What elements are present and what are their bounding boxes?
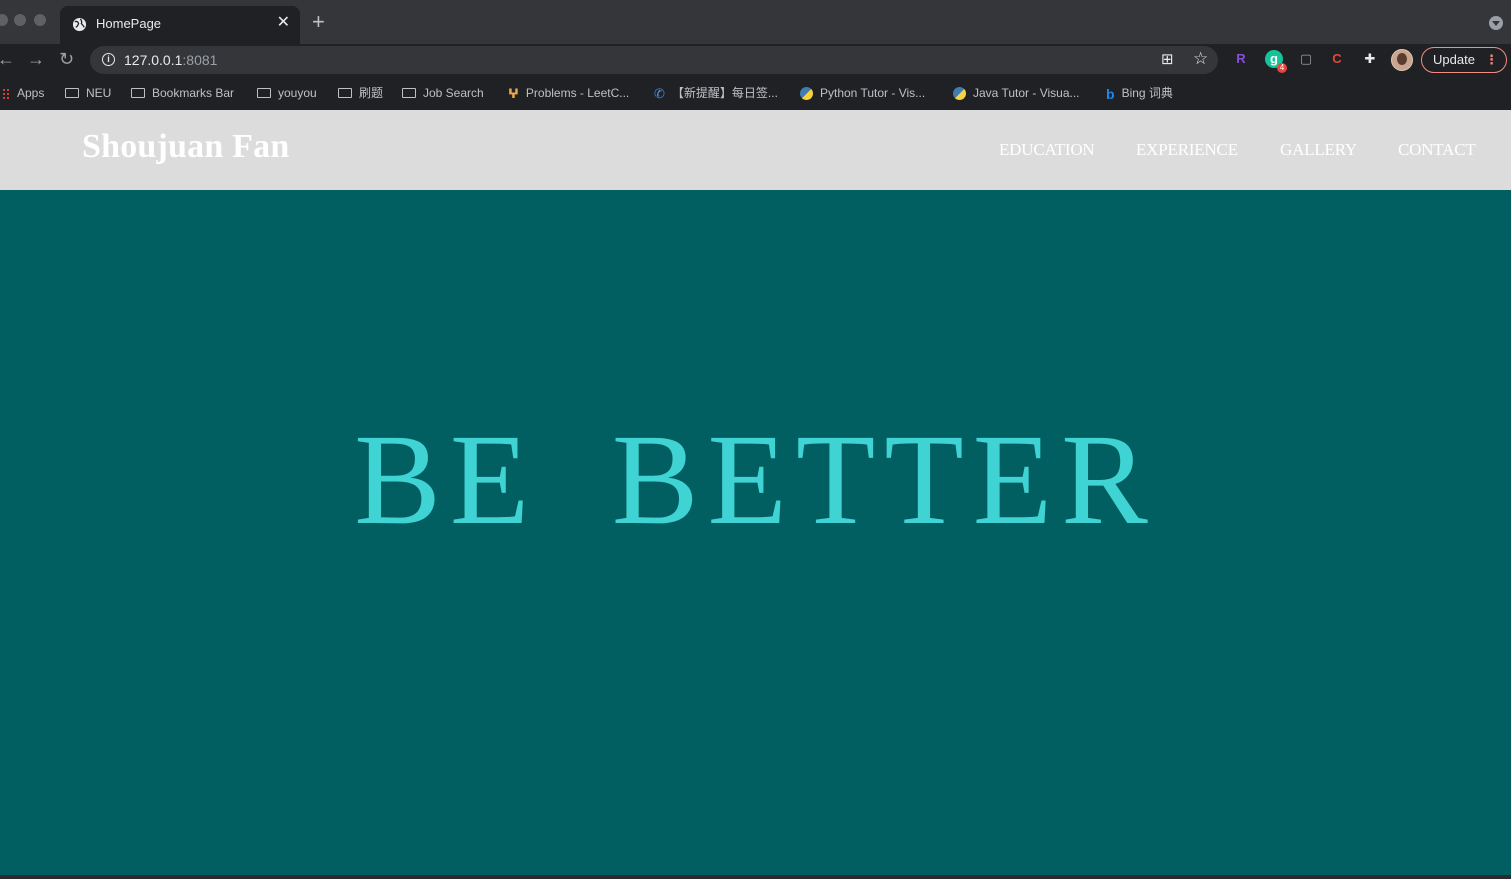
bookmark-label: NEU bbox=[86, 86, 112, 100]
url-text[interactable]: 127.0.0.1:8081 bbox=[124, 52, 217, 68]
globe-icon bbox=[72, 17, 87, 32]
site-icon: ✆ bbox=[654, 85, 665, 101]
page-content: Shoujuan Fan EDUCATION EXPERIENCE GALLER… bbox=[0, 110, 1511, 875]
bookmark-folder-shuati[interactable]: 刷题 bbox=[338, 83, 383, 103]
bookmark-apps[interactable]: Apps bbox=[2, 83, 44, 103]
url-port: :8081 bbox=[182, 52, 218, 68]
leetcode-icon: ⵖ bbox=[508, 85, 519, 101]
folder-icon bbox=[65, 87, 79, 98]
hero-headline: BE BETTER bbox=[354, 408, 1157, 552]
back-icon[interactable]: ← bbox=[0, 48, 15, 70]
folder-icon bbox=[257, 87, 271, 98]
close-icon[interactable]: ✕ bbox=[277, 14, 290, 32]
reload-icon[interactable]: ↻ bbox=[59, 48, 74, 70]
url-host: 127.0.0.1 bbox=[124, 52, 183, 68]
site-navbar: Shoujuan Fan EDUCATION EXPERIENCE GALLER… bbox=[0, 110, 1511, 190]
forward-icon[interactable]: → bbox=[27, 48, 45, 70]
bookmark-folder-neu[interactable]: NEU bbox=[65, 83, 111, 103]
nav-gallery[interactable]: GALLERY bbox=[1280, 140, 1357, 160]
grammarly-badge: 4 bbox=[1277, 63, 1287, 73]
bookmark-label: Python Tutor - Vis... bbox=[820, 86, 926, 100]
browser-toolbar: ← → ↻ i 127.0.0.1:8081 ⊞ ☆ R g 4 ▢ C ✚ U… bbox=[0, 44, 1511, 76]
qr-code-icon[interactable]: ⊞ bbox=[1161, 51, 1174, 69]
bookmark-label: youyou bbox=[278, 86, 317, 100]
bookmark-folder-bookmarks-bar[interactable]: Bookmarks Bar bbox=[131, 83, 234, 103]
new-tab-button[interactable]: + bbox=[312, 10, 325, 34]
bookmark-label: Job Search bbox=[423, 86, 484, 100]
bookmark-star-icon[interactable]: ☆ bbox=[1193, 50, 1208, 68]
site-info-icon[interactable]: i bbox=[102, 53, 115, 66]
menu-dots-icon[interactable]: ⋮ bbox=[1485, 48, 1498, 72]
bookmark-leetcode[interactable]: ⵖ Problems - LeetC... bbox=[508, 83, 629, 103]
nav-contact[interactable]: CONTACT bbox=[1398, 140, 1476, 160]
screenshot-extension-icon[interactable]: ▢ bbox=[1297, 50, 1315, 68]
browser-tabstrip: HomePage ✕ + bbox=[0, 0, 1511, 44]
python-icon bbox=[953, 87, 966, 101]
folder-icon bbox=[402, 87, 416, 98]
apps-grid-icon bbox=[2, 87, 10, 100]
bookmark-label: Java Tutor - Visua... bbox=[973, 86, 1080, 100]
bookmark-label: Bing 词典 bbox=[1121, 86, 1173, 100]
nav-experience[interactable]: EXPERIENCE bbox=[1136, 140, 1238, 160]
bookmark-label: 【新提醒】每日签... bbox=[671, 86, 778, 100]
puzzle-extensions-icon[interactable]: ✚ bbox=[1361, 50, 1379, 68]
bookmark-java-tutor[interactable]: Java Tutor - Visua... bbox=[953, 83, 1080, 103]
bookmark-python-tutor[interactable]: Python Tutor - Vis... bbox=[800, 83, 925, 103]
profile-avatar[interactable] bbox=[1391, 49, 1413, 71]
tab-title: HomePage bbox=[96, 16, 162, 31]
bottom-edge bbox=[0, 875, 1511, 879]
bing-icon: b bbox=[1106, 85, 1115, 102]
update-button[interactable]: Update ⋮ bbox=[1421, 47, 1507, 73]
window-close-dot[interactable] bbox=[0, 14, 8, 26]
tab-homepage[interactable]: HomePage ✕ bbox=[60, 6, 300, 44]
bookmark-label: 刷题 bbox=[359, 86, 384, 100]
folder-icon bbox=[131, 87, 145, 98]
nav-education[interactable]: EDUCATION bbox=[999, 140, 1095, 160]
r-extension-icon[interactable]: R bbox=[1232, 50, 1250, 68]
bookmark-daily-signin[interactable]: ✆ 【新提醒】每日签... bbox=[654, 83, 778, 103]
bookmark-label: Problems - LeetC... bbox=[525, 86, 630, 100]
bookmarks-bar: Apps NEU Bookmarks Bar youyou 刷题 Job Sea… bbox=[0, 76, 1511, 110]
c-extension-icon[interactable]: C bbox=[1328, 50, 1346, 68]
tab-search-icon[interactable] bbox=[1489, 16, 1503, 30]
window-minimize-dot[interactable] bbox=[14, 14, 26, 26]
update-label: Update bbox=[1433, 52, 1475, 67]
bookmark-folder-job-search[interactable]: Job Search bbox=[402, 83, 484, 103]
bookmark-folder-youyou[interactable]: youyou bbox=[257, 83, 317, 103]
bookmark-bing-dict[interactable]: b Bing 词典 bbox=[1106, 83, 1173, 103]
bookmark-label: Apps bbox=[17, 86, 45, 100]
site-brand[interactable]: Shoujuan Fan bbox=[82, 128, 289, 166]
address-bar[interactable]: i 127.0.0.1:8081 ⊞ ☆ bbox=[90, 46, 1218, 74]
folder-icon bbox=[338, 87, 352, 98]
window-zoom-dot[interactable] bbox=[34, 14, 46, 26]
python-icon bbox=[800, 87, 813, 101]
bookmark-label: Bookmarks Bar bbox=[152, 86, 235, 100]
